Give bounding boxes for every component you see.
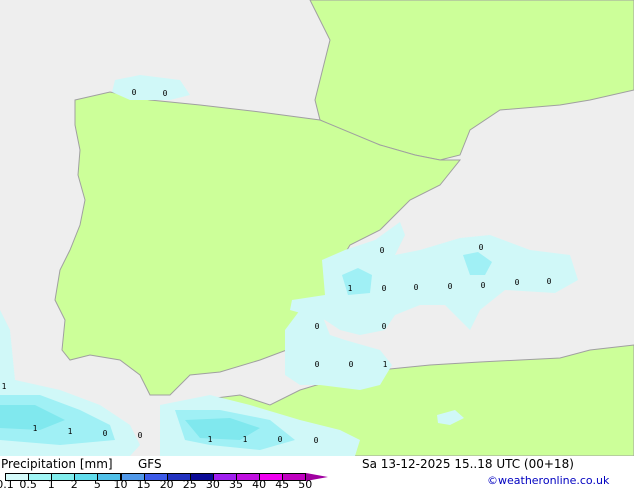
value-label: 1 bbox=[2, 382, 7, 391]
value-label: 1 bbox=[208, 435, 213, 444]
scale-tick: 1 bbox=[47, 478, 55, 491]
value-label: 1 bbox=[68, 427, 73, 436]
value-label: 0 bbox=[448, 282, 453, 291]
value-label: 0 bbox=[314, 436, 319, 445]
scale-tick: 50 bbox=[298, 478, 313, 491]
value-label: 0 bbox=[315, 322, 320, 331]
value-label: 0 bbox=[515, 278, 520, 287]
value-label: 0 bbox=[481, 281, 486, 290]
value-label: 1 bbox=[33, 424, 38, 433]
value-label: 1 bbox=[243, 435, 248, 444]
scale-tick: 25 bbox=[182, 478, 197, 491]
value-label: 0 bbox=[414, 283, 419, 292]
model-name: GFS bbox=[138, 457, 162, 471]
value-label: 0 bbox=[278, 435, 283, 444]
scale-tick: 5 bbox=[93, 478, 101, 491]
value-label: 1 bbox=[348, 284, 353, 293]
scale-tick: 0.1 bbox=[0, 478, 14, 491]
scale-tick: 0.5 bbox=[19, 478, 37, 491]
value-label: 0 bbox=[349, 360, 354, 369]
value-label: 0 bbox=[315, 360, 320, 369]
scale-tick: 35 bbox=[229, 478, 243, 491]
legend: Precipitation [mm] GFS Sa 13-12-2025 15.… bbox=[0, 456, 634, 491]
credit-link[interactable]: ©weatheronline.co.uk bbox=[487, 474, 609, 487]
value-label: 0 bbox=[479, 243, 484, 252]
value-label: 0 bbox=[138, 431, 143, 440]
value-label: 0 bbox=[380, 246, 385, 255]
value-label: 1 bbox=[383, 360, 388, 369]
scale-tick: 45 bbox=[275, 478, 290, 491]
value-label: 0 bbox=[132, 88, 137, 97]
scale-tick: 2 bbox=[70, 478, 78, 491]
value-label: 0 bbox=[103, 429, 108, 438]
value-label: 0 bbox=[382, 284, 387, 293]
scale-tick: 20 bbox=[159, 478, 174, 491]
value-label: 0 bbox=[547, 277, 552, 286]
forecast-datetime: Sa 13-12-2025 15..18 UTC (00+18) bbox=[362, 457, 574, 471]
scale-tick: 40 bbox=[252, 478, 267, 491]
value-label: 0 bbox=[382, 322, 387, 331]
scale-tick: 10 bbox=[113, 478, 128, 491]
legend-title: Precipitation [mm] bbox=[1, 457, 113, 471]
scale-tick: 30 bbox=[205, 478, 220, 491]
precipitation-map: 0 0 0 1 0 0 0 0 0 0 0 0 0 0 0 1 1 1 0 0 1 1 1 0 0 bbox=[0, 0, 634, 456]
scale-tick: 15 bbox=[136, 478, 151, 491]
value-label: 0 bbox=[163, 89, 168, 98]
